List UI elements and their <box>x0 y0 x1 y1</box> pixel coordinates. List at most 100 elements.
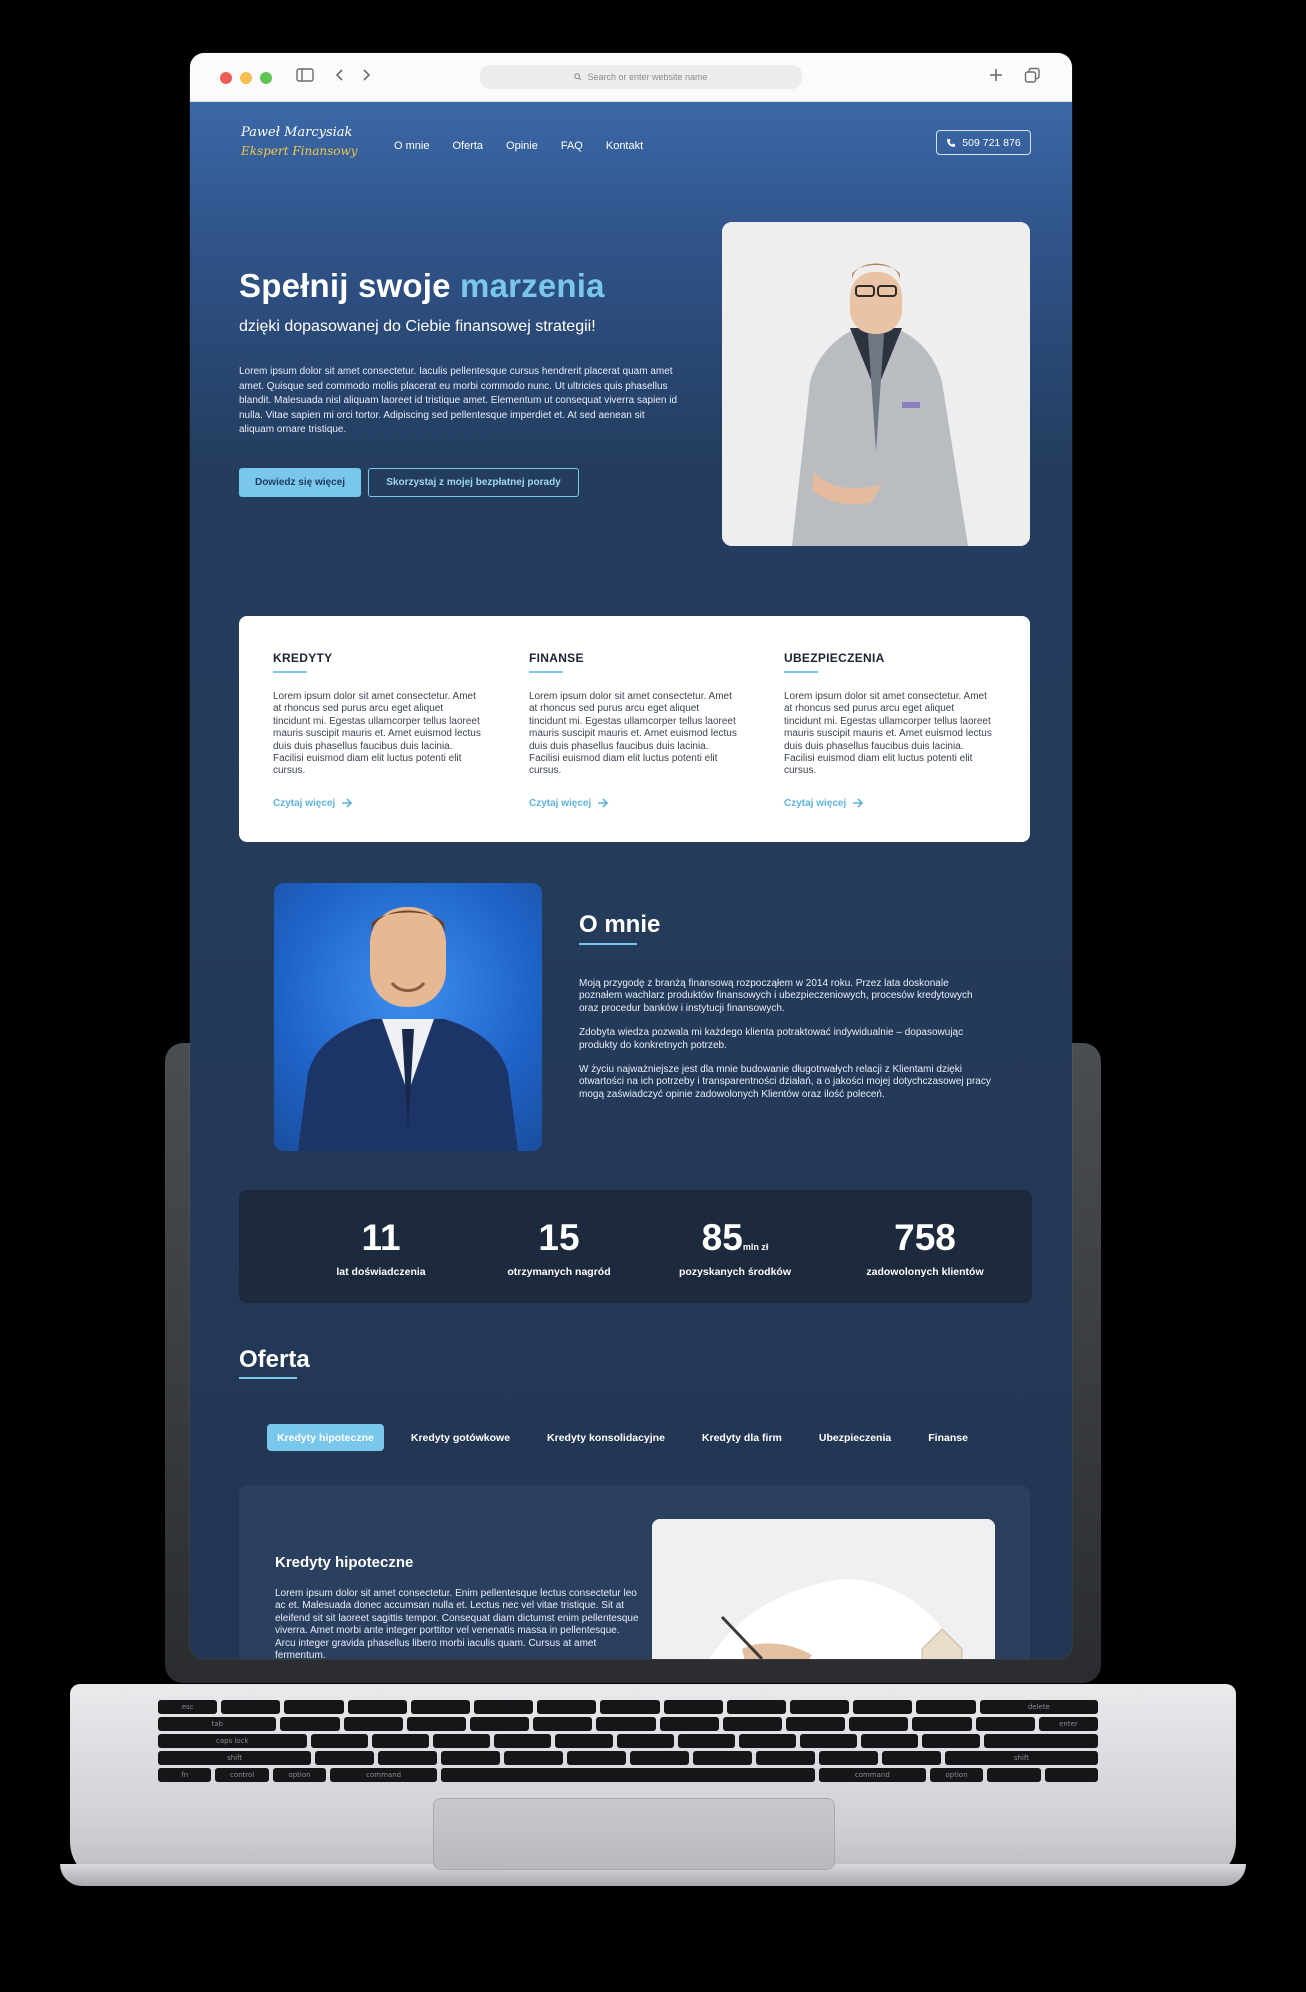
stat-value: 85 <box>701 1217 743 1258</box>
key <box>567 1751 627 1765</box>
hero-title-plain: Spełnij swoje <box>239 267 451 304</box>
stat-awards: 15 otrzymanych nagród <box>479 1218 639 1279</box>
about-title: O mnie <box>579 911 661 938</box>
arrow-right-icon <box>853 798 864 808</box>
plus-icon[interactable] <box>988 67 1004 88</box>
stat-value: 758 <box>894 1217 956 1258</box>
key <box>975 1717 1035 1731</box>
key <box>494 1734 552 1748</box>
phone-number: 509 721 876 <box>962 136 1021 149</box>
browser-window: Search or enter website name Paweł Marcy… <box>190 53 1072 1659</box>
chevron-right-icon[interactable] <box>360 67 372 88</box>
about-text: Moją przygodę z branżą finansową rozpocz… <box>579 978 991 1113</box>
tab-kredyty-konsolidacyjne[interactable]: Kredyty konsolidacyjne <box>537 1424 675 1451</box>
stat-experience: 11 lat doświadczenia <box>301 1218 461 1279</box>
title-underline <box>529 671 563 673</box>
site-header: Paweł Marcysiak Ekspert Finansowy O mnie… <box>190 102 1072 182</box>
menu-item-o-mnie[interactable]: O mnie <box>394 140 429 152</box>
read-more-link[interactable]: Czytaj więcej <box>273 798 481 809</box>
address-bar[interactable]: Search or enter website name <box>480 65 802 89</box>
stat-value-row: 15 <box>479 1218 639 1258</box>
chevron-left-icon[interactable] <box>334 67 346 88</box>
sidebar-icon[interactable] <box>296 67 314 88</box>
key-enter: enter <box>1038 1717 1099 1731</box>
keyboard: esc delete tab enter caps lock shift shi… <box>158 1700 1099 1792</box>
tab-ubezpieczenia[interactable]: Ubezpieczenia <box>809 1424 901 1451</box>
minimize-window-button[interactable] <box>240 72 252 84</box>
hero-portrait-image <box>722 222 1030 546</box>
tab-kredyty-gotowkowe[interactable]: Kredyty gotówkowe <box>401 1424 520 1451</box>
address-placeholder: Search or enter website name <box>587 72 708 82</box>
key <box>912 1717 972 1731</box>
key <box>221 1700 281 1714</box>
key <box>433 1734 491 1748</box>
key-option-right: option <box>929 1768 984 1782</box>
free-consultation-button[interactable]: Skorzystaj z mojej bezpłatnej porady <box>368 468 579 497</box>
trackpad <box>433 1798 835 1870</box>
offer-card-title: Kredyty hipoteczne <box>275 1554 414 1571</box>
stat-clients: 758 zadowolonych klientów <box>845 1218 1005 1279</box>
hero-description: Lorem ipsum dolor sit amet consectetur. … <box>239 366 678 435</box>
site-logo[interactable]: Paweł Marcysiak Ekspert Finansowy <box>241 124 358 160</box>
about-paragraph: W życiu najważniejsze jest dla mnie budo… <box>579 1064 991 1100</box>
menu-item-opinie[interactable]: Opinie <box>506 140 538 152</box>
key-tab: tab <box>158 1717 277 1731</box>
service-title: UBEZPIECZENIA <box>784 651 885 665</box>
main-menu: O mnie Oferta Opinie FAQ Kontakt <box>394 140 643 152</box>
tabs-overview-icon[interactable] <box>1024 67 1041 89</box>
key <box>881 1751 941 1765</box>
stat-value-row: 85mln zł <box>655 1218 815 1258</box>
menu-item-oferta[interactable]: Oferta <box>452 140 483 152</box>
tab-kredyty-hipoteczne[interactable]: Kredyty hipoteczne <box>267 1424 384 1451</box>
key <box>555 1734 613 1748</box>
read-more-link[interactable]: Czytaj więcej <box>784 798 992 809</box>
menu-item-faq[interactable]: FAQ <box>561 140 583 152</box>
key-shift-left: shift <box>158 1751 312 1765</box>
hero-title: Spełnij swoje marzenia <box>239 267 605 305</box>
key <box>722 1717 783 1731</box>
key-arrow <box>987 1768 1041 1782</box>
key-command-left: command <box>330 1768 438 1782</box>
maximize-window-button[interactable] <box>260 72 272 84</box>
about-title-underline <box>579 943 637 945</box>
stat-value: 15 <box>538 1217 580 1258</box>
key-space <box>441 1768 815 1782</box>
key <box>861 1734 919 1748</box>
hero-title-accent: marzenia <box>460 267 605 304</box>
service-card-finanse: FINANSE Lorem ipsum dolor sit amet conse… <box>529 651 737 809</box>
key <box>818 1751 878 1765</box>
stat-funds: 85mln zł pozyskanych środków <box>655 1218 815 1279</box>
title-underline <box>273 671 307 673</box>
learn-more-button[interactable]: Dowiedz się więcej <box>239 468 361 497</box>
key <box>310 1734 368 1748</box>
key-caps-lock: caps lock <box>158 1734 307 1748</box>
read-more-link[interactable]: Czytaj więcej <box>529 798 737 809</box>
menu-item-kontakt[interactable]: Kontakt <box>606 140 643 152</box>
offer-detail-card: Kredyty hipoteczne Lorem ipsum dolor sit… <box>239 1485 1030 1659</box>
about-paragraph: Moją przygodę z branżą finansową rozpocz… <box>579 978 973 1014</box>
stat-value-row: 11 <box>301 1218 461 1258</box>
key <box>800 1734 858 1748</box>
tab-finanse[interactable]: Finanse <box>918 1424 978 1451</box>
key <box>533 1717 593 1731</box>
key <box>849 1717 909 1731</box>
read-more-label: Czytaj więcej <box>784 797 847 809</box>
key <box>537 1700 597 1714</box>
service-title: KREDYTY <box>273 651 333 665</box>
close-window-button[interactable] <box>220 72 232 84</box>
key <box>922 1734 980 1748</box>
service-text: Lorem ipsum dolor sit amet consectetur. … <box>273 691 481 777</box>
tab-kredyty-dla-firm[interactable]: Kredyty dla firm <box>692 1424 792 1451</box>
stat-value: 11 <box>361 1217 401 1258</box>
key-fn: fn <box>158 1768 212 1782</box>
key-delete: delete <box>979 1700 1099 1714</box>
key-option-left: option <box>272 1768 327 1782</box>
stat-label: otrzymanych nagród <box>507 1266 611 1278</box>
key <box>474 1700 534 1714</box>
arrow-right-icon <box>342 798 353 808</box>
phone-button[interactable]: 509 721 876 <box>936 130 1031 155</box>
stat-unit: mln zł <box>742 1242 769 1252</box>
stat-value-row: 758 <box>845 1218 1005 1258</box>
service-card-kredyty: KREDYTY Lorem ipsum dolor sit amet conse… <box>273 651 481 809</box>
phone-icon <box>947 138 956 147</box>
